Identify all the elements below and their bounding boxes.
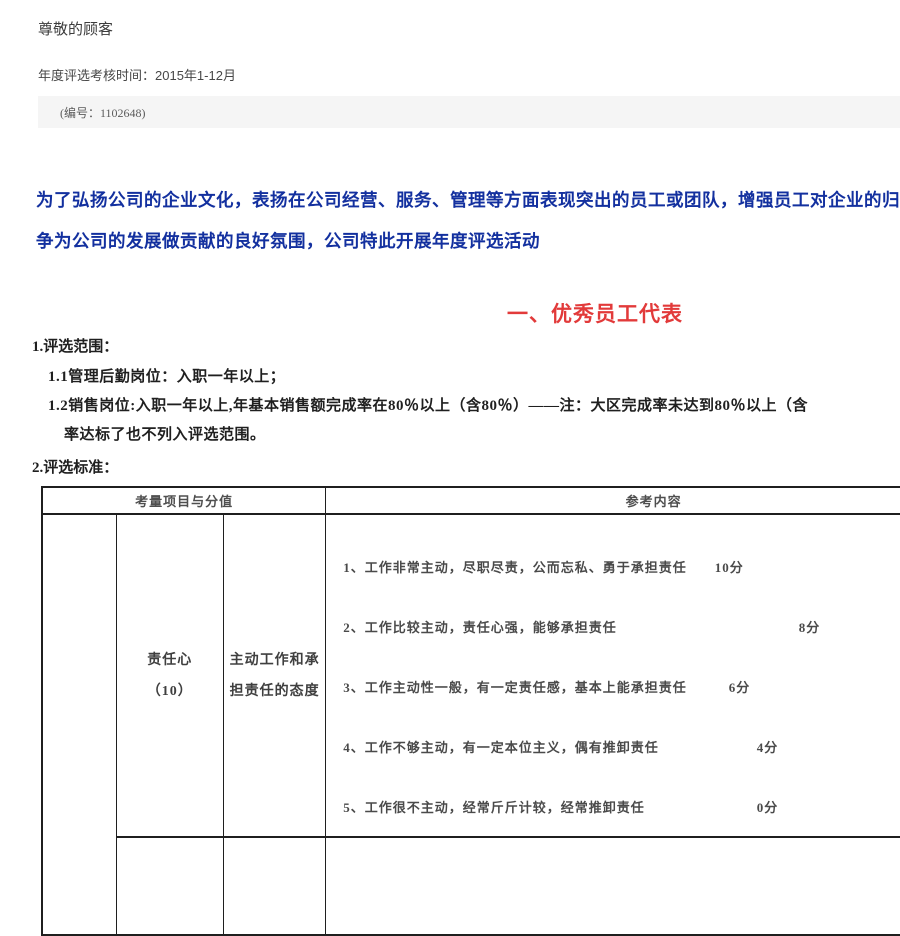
header-reference-content: 参考内容 xyxy=(326,487,900,514)
item-definition-cell: 主动工作和承担责任的态度 xyxy=(224,514,326,837)
item-name-cell: 责任心 （10） xyxy=(116,514,223,837)
document-page: 尊敬的顾客 年度评选考核时间：2015年1-12月 (编号：1102648) 为… xyxy=(0,18,900,936)
criterion-line-3: 3、工作主动性一般，有一定责任感，基本上能承担责任 6分 xyxy=(343,656,900,716)
scope-item-sales-continued: 率达标了也不列入评选范围。 xyxy=(64,423,900,444)
next-item-definition-cell xyxy=(224,837,326,935)
next-criteria-cell xyxy=(326,837,900,935)
criterion-line-1: 1、工作非常主动，尽职尽责，公而忘私、勇于承担责任 10分 xyxy=(343,536,900,596)
greeting-text: 尊敬的顾客 xyxy=(38,18,900,39)
criteria-cell: 1、工作非常主动，尽职尽责，公而忘私、勇于承担责任 10分 2、工作比较主动，责… xyxy=(326,514,900,837)
criterion-line-5: 5、工作很不主动，经常斤斤计较，经常推卸责任 0分 xyxy=(343,776,900,836)
item-name: 责任心 xyxy=(117,645,223,676)
criteria-list: 1、工作非常主动，尽职尽责，公而忘私、勇于承担责任 10分 2、工作比较主动，责… xyxy=(326,515,900,836)
section-heading: 一、优秀员工代表 xyxy=(0,298,900,328)
table-row-next-partial xyxy=(42,837,900,935)
table-row: 责任心 （10） 主动工作和承担责任的态度 1、工作非常主动，尽职尽责，公而忘私… xyxy=(42,514,900,837)
evaluation-period-text: 年度评选考核时间：2015年1-12月 xyxy=(38,65,900,84)
scope-list: 1.评选范围： 1.1管理后勤岗位：入职一年以上； 1.2销售岗位:入职一年以上… xyxy=(0,335,900,477)
code-number-bar: (编号：1102648) xyxy=(38,96,900,128)
criterion-line-2: 2、工作比较主动，责任心强，能够承担责任 8分 xyxy=(343,596,900,656)
category-cell-empty xyxy=(42,514,116,935)
next-item-name-cell xyxy=(116,837,223,935)
criterion-line-4: 4、工作不够主动，有一定本位主义，偶有推卸责任 4分 xyxy=(343,716,900,776)
intro-line-2: 争为公司的发展做贡献的良好氛围，公司特此开展年度评选活动 xyxy=(36,221,900,262)
evaluation-criteria-table: 考量项目与分值 参考内容 责任心 （10） 主动工作和承担责任的态度 1、工作非… xyxy=(41,486,900,936)
code-number-text: (编号：1102648) xyxy=(38,104,146,121)
criteria-section-title: 2.评选标准： xyxy=(32,456,900,477)
item-max-score: （10） xyxy=(117,676,223,707)
header-items-and-scores: 考量项目与分值 xyxy=(42,487,326,514)
table-header-row: 考量项目与分值 参考内容 xyxy=(42,487,900,514)
intro-paragraph: 为了弘扬公司的企业文化，表扬在公司经营、服务、管理等方面表现突出的员工或团队，增… xyxy=(36,180,900,262)
scope-item-management: 1.1管理后勤岗位：入职一年以上； xyxy=(48,365,900,386)
scope-title: 1.评选范围： xyxy=(32,335,900,356)
intro-line-1: 为了弘扬公司的企业文化，表扬在公司经营、服务、管理等方面表现突出的员工或团队，增… xyxy=(36,180,900,221)
scope-item-sales: 1.2销售岗位:入职一年以上,年基本销售额完成率在80％以上（含80％）——注：… xyxy=(48,394,900,415)
